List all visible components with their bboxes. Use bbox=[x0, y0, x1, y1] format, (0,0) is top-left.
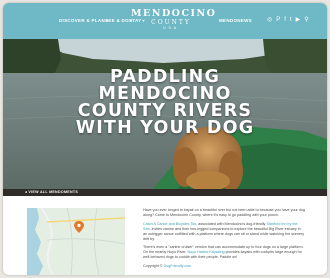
nav-see-do-label: SEE & DO bbox=[105, 18, 129, 23]
hero-title-line: WITH YOUR DOG bbox=[75, 118, 255, 138]
article-paragraph-1: Have you ever longed to kayak on a beaut… bbox=[143, 208, 305, 217]
site-logo[interactable]: MENDOCINO COUNTY U.S.A. bbox=[131, 8, 217, 31]
logo-main-text: MENDOCINO bbox=[131, 8, 217, 19]
nav-discover-plan-label: DISCOVER & PLAN bbox=[59, 18, 106, 23]
article-body: Have you ever longed to kayak on a beaut… bbox=[143, 208, 305, 272]
logo-tag-text: U.S.A. bbox=[162, 26, 180, 30]
copyright-line: Copyright © DogFriendly.com bbox=[143, 264, 305, 269]
twitter-icon[interactable]: t bbox=[290, 16, 292, 24]
pinterest-icon[interactable]: P bbox=[276, 16, 280, 24]
catch-a-canoe-link[interactable]: Catch A Canoe and Bicycles Too bbox=[143, 222, 196, 226]
youtube-icon[interactable]: ▶ bbox=[296, 16, 301, 24]
logo-sub-text: COUNTY bbox=[151, 19, 191, 26]
noyo-harbor-kayaking-link[interactable]: Noyo Harbor Kayaking bbox=[187, 250, 224, 254]
page-frame: DISCOVER & PLAN▾ SEE & DO▾ STAY▾ MENDOCI… bbox=[3, 3, 327, 275]
article-text: , invites canine and their two-legged co… bbox=[143, 226, 305, 241]
facebook-icon[interactable]: f bbox=[284, 16, 286, 24]
article-text: , associated with Mendocino's dog-friend… bbox=[196, 221, 267, 226]
sub-navigation-bar: ◂ VIEW ALL MENDOMENTS bbox=[3, 189, 327, 196]
location-map[interactable] bbox=[27, 208, 125, 275]
copyright-prefix: Copyright © bbox=[143, 263, 164, 268]
article-paragraph-3: There's even a "canine cruiser" version … bbox=[143, 245, 305, 260]
nav-mendonews[interactable]: MENDONEWS bbox=[219, 18, 252, 23]
nav-discover-plan[interactable]: DISCOVER & PLAN▾ bbox=[59, 18, 108, 23]
article-paragraph-2: Catch A Canoe and Bicycles Too, associat… bbox=[143, 222, 305, 242]
map-graphic bbox=[27, 208, 125, 275]
instagram-icon[interactable]: ◎ bbox=[267, 16, 272, 24]
dogfriendly-link[interactable]: DogFriendly.com bbox=[164, 264, 192, 268]
view-all-mendoments-link[interactable]: ◂ VIEW ALL MENDOMENTS bbox=[25, 190, 78, 195]
search-icon[interactable]: ⚲ bbox=[304, 16, 308, 24]
hero-section: PADDLING MENDOCINO COUNTY RIVERS WITH YO… bbox=[3, 39, 327, 189]
social-icons: ◎ P f t ▶ ⚲ bbox=[267, 16, 309, 24]
top-navigation: DISCOVER & PLAN▾ SEE & DO▾ STAY▾ MENDOCI… bbox=[3, 3, 327, 39]
hero-title: PADDLING MENDOCINO COUNTY RIVERS WITH YO… bbox=[3, 68, 327, 138]
